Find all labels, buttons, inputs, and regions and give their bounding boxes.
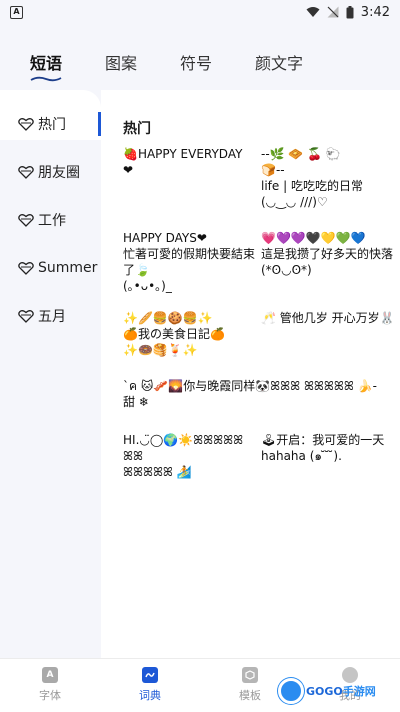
sidebar-item-may[interactable]: 五月 bbox=[0, 301, 101, 331]
sidebar-item-moments[interactable]: 朋友圈 bbox=[0, 157, 101, 187]
wifi-icon bbox=[306, 7, 320, 17]
tab-patterns[interactable]: 图案 bbox=[105, 50, 137, 74]
tab-phrases[interactable]: 短语 bbox=[30, 50, 63, 82]
phrase-item[interactable]: --🌿 🧇 🍒 🐑 🍞-- life | 吃吃吃的日常 (◡‿◡ ///)♡ bbox=[261, 146, 395, 210]
watermark-circle-icon bbox=[278, 678, 304, 704]
phrase-item[interactable]: ✨🥖🍔🍪🍔✨ 🍊我の美食日記🍊 ✨🍩🥞🍹✨ bbox=[123, 310, 255, 358]
sidebar-item-label: 热门 bbox=[38, 117, 66, 133]
sidebar-cap bbox=[0, 90, 101, 108]
phrase-item[interactable]: 🕹开启：我可爱的一天 hahaha (๑ ̆ ̆ ̆). bbox=[261, 432, 395, 464]
heart-icon bbox=[18, 214, 34, 227]
watermark-latin: GOGO bbox=[306, 685, 343, 698]
phrase-item[interactable]: ˋค 🐱🥓🌄你与晚霞同样🐼ꕤꕤꕤ ꕤꕤꕤꕤꕤ 🍌- 甜 ❄ bbox=[123, 378, 395, 410]
heart-icon bbox=[18, 262, 34, 275]
tab-patterns-label: 图案 bbox=[105, 54, 138, 73]
status-bar: A 3:42 bbox=[0, 0, 400, 24]
tab-phrases-label: 短语 bbox=[30, 54, 63, 73]
battery-icon bbox=[346, 5, 354, 18]
status-time: 3:42 bbox=[360, 4, 390, 20]
tab-symbols-label: 符号 bbox=[180, 54, 213, 73]
phrase-list: 热门 🍓HAPPY EVERYDAY ❤ --🌿 🧇 🍒 🐑 🍞-- life … bbox=[101, 90, 400, 658]
heart-icon bbox=[18, 310, 34, 323]
tab-symbols[interactable]: 符号 bbox=[180, 50, 212, 74]
signal-off-icon bbox=[327, 6, 339, 18]
nav-dictionary[interactable]: 词典 bbox=[120, 667, 180, 703]
section-title: 热门 bbox=[123, 121, 151, 137]
phrase-item[interactable]: 🍓HAPPY EVERYDAY ❤ bbox=[123, 146, 251, 178]
phrase-item[interactable]: 💗💜💜🖤💛💚💙 這是我攒了好多天的快落 (*ʘ◡ʘ*) bbox=[261, 230, 395, 278]
sidebar-item-hot[interactable]: 热门 bbox=[0, 108, 101, 140]
dictionary-icon bbox=[142, 667, 158, 683]
watermark-text: GOGO手游网 bbox=[306, 683, 376, 699]
phrase-item[interactable]: HAPPY DAYS❤ 忙著可愛的假期快要結束了🍃 (｡•ᴗ•｡)_ bbox=[123, 230, 255, 294]
font-icon: A bbox=[42, 667, 58, 683]
template-icon bbox=[242, 667, 258, 683]
sidebar-item-label: Summer bbox=[38, 260, 98, 276]
heart-icon bbox=[18, 118, 34, 131]
status-right: 3:42 bbox=[306, 5, 390, 20]
tab-active-underline bbox=[30, 76, 62, 82]
phrase-item[interactable]: HI.◡̈◯🌍☀️ꕤꕤꕤꕤꕤ ꕤꕤ ꕤꕤꕤꕤꕤ 🏄 bbox=[123, 432, 255, 480]
category-sidebar: 热门 朋友圈 工作 Summer 五月 bbox=[0, 90, 101, 658]
watermark-cn: 手游网 bbox=[342, 685, 376, 698]
nav-font[interactable]: A 字体 bbox=[20, 667, 80, 703]
sidebar-item-work[interactable]: 工作 bbox=[0, 205, 101, 235]
sidebar-item-label: 五月 bbox=[38, 309, 66, 325]
tab-kaomoji[interactable]: 颜文字 bbox=[255, 50, 303, 74]
tab-kaomoji-label: 颜文字 bbox=[255, 54, 304, 73]
heart-icon bbox=[18, 166, 34, 179]
top-tabs: 短语 图案 符号 颜文字 bbox=[0, 40, 400, 82]
nav-dictionary-label: 词典 bbox=[139, 689, 161, 702]
nav-template-label: 模板 bbox=[239, 689, 261, 702]
sidebar-item-label: 工作 bbox=[38, 213, 66, 229]
app-badge-icon: A bbox=[10, 5, 23, 19]
phrase-item[interactable]: 🥂 管他几岁 开心万岁🐰 bbox=[261, 310, 395, 326]
watermark-logo: GOGO手游网 bbox=[278, 676, 394, 706]
nav-font-label: 字体 bbox=[39, 689, 61, 702]
sidebar-item-summer[interactable]: Summer bbox=[0, 253, 101, 283]
sidebar-item-label: 朋友圈 bbox=[38, 165, 80, 181]
nav-template[interactable]: 模板 bbox=[220, 667, 280, 703]
